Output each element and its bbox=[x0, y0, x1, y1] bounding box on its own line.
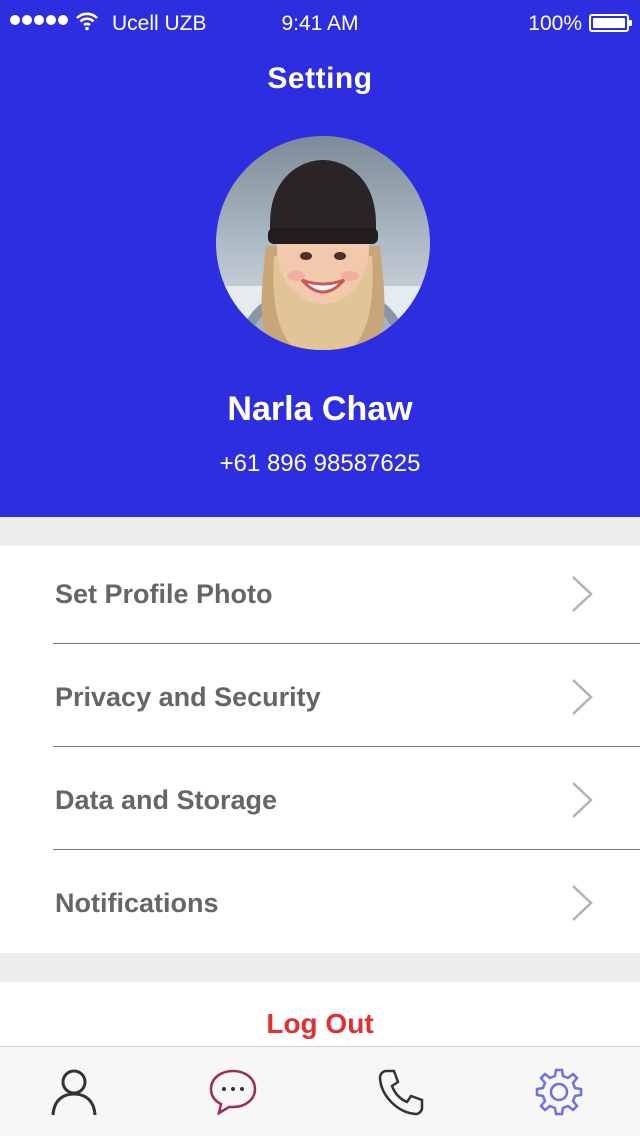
battery-percentage: 100% bbox=[528, 12, 582, 35]
menu-item-privacy-security[interactable]: Privacy and Security bbox=[0, 649, 640, 752]
menu-item-data-storage[interactable]: Data and Storage bbox=[0, 752, 640, 855]
settings-menu: Set Profile Photo Privacy and Security D… bbox=[0, 546, 640, 953]
settings-screen: Ucell UZB 9:41 AM 100% Setting Narla Cha… bbox=[0, 0, 640, 1136]
logout-section: Log Out bbox=[0, 982, 640, 1046]
profile-phone: +61 896 98587625 bbox=[219, 450, 421, 477]
phone-icon[interactable] bbox=[376, 1067, 426, 1117]
page-title: Setting bbox=[267, 62, 373, 95]
menu-item-notifications[interactable]: Notifications bbox=[0, 855, 640, 958]
avatar-portrait bbox=[216, 160, 430, 350]
chevron-right-icon bbox=[572, 782, 593, 818]
menu-item-label: Privacy and Security bbox=[55, 682, 321, 712]
avatar[interactable] bbox=[216, 136, 430, 350]
menu-item-label: Data and Storage bbox=[55, 785, 278, 815]
divider bbox=[53, 643, 640, 644]
chat-bubble-icon[interactable] bbox=[208, 1067, 258, 1117]
divider bbox=[53, 849, 640, 850]
status-bar: Ucell UZB 9:41 AM 100% bbox=[0, 0, 640, 46]
logout-button[interactable]: Log Out bbox=[0, 1008, 640, 1040]
chevron-right-icon bbox=[572, 576, 593, 612]
menu-item-set-profile-photo[interactable]: Set Profile Photo bbox=[0, 546, 640, 649]
tab-bar bbox=[0, 1046, 640, 1136]
menu-item-label: Set Profile Photo bbox=[55, 579, 273, 609]
chevron-right-icon bbox=[572, 679, 593, 715]
divider bbox=[53, 746, 640, 747]
gear-icon[interactable] bbox=[534, 1067, 584, 1117]
chevron-right-icon bbox=[572, 885, 593, 921]
battery-icon bbox=[589, 14, 632, 32]
profile-name: Narla Chaw bbox=[227, 390, 413, 428]
menu-item-label: Notifications bbox=[55, 888, 219, 918]
profile-header: Ucell UZB 9:41 AM 100% Setting Narla Cha… bbox=[0, 0, 640, 517]
user-icon[interactable] bbox=[49, 1067, 99, 1117]
